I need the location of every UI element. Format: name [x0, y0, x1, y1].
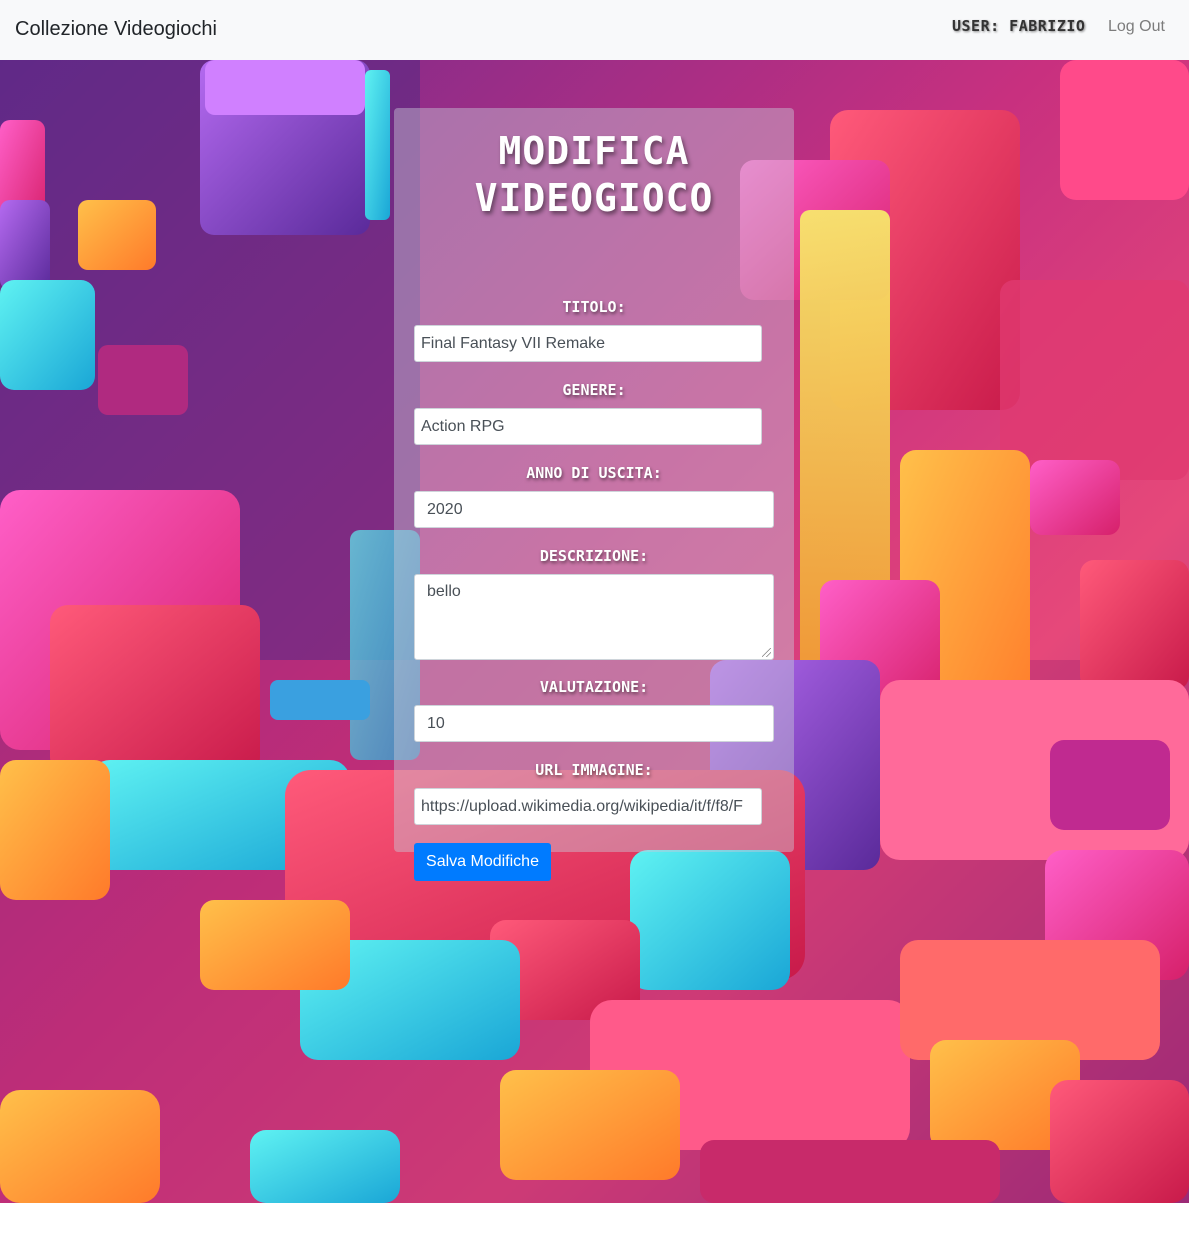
titolo-input[interactable]: Final Fantasy VII Remake [414, 325, 762, 362]
genere-label: Genere: [562, 381, 626, 399]
valutazione-label: Valutazione: [539, 678, 649, 696]
genere-input[interactable]: Action RPG [414, 408, 762, 445]
anno-label: Anno di uscita: [526, 464, 662, 482]
background-hero: Modifica Videogioco Titolo: Final Fantas… [0, 60, 1189, 1203]
current-user-label: User: Fabrizio [952, 17, 1086, 35]
titolo-label: Titolo: [562, 298, 626, 316]
descrizione-textarea[interactable]: bello [414, 574, 774, 660]
anno-input[interactable]: 2020 [414, 491, 774, 528]
resize-grip-icon[interactable] [762, 648, 771, 657]
descrizione-label: Descrizione: [539, 547, 649, 565]
url-immagine-input[interactable]: https://upload.wikimedia.org/wikipedia/i… [414, 788, 762, 825]
navbar: Collezione Videogiochi User: Fabrizio Lo… [0, 0, 1189, 60]
brand-link[interactable]: Collezione Videogiochi [15, 18, 217, 41]
descrizione-value: bello [427, 583, 461, 600]
url-immagine-label: URL Immagine: [535, 761, 653, 779]
edit-form-panel: Modifica Videogioco Titolo: Final Fantas… [394, 108, 794, 881]
valutazione-input[interactable]: 10 [414, 705, 774, 742]
page-title: Modifica Videogioco [474, 129, 714, 220]
logout-link[interactable]: Log Out [1108, 18, 1165, 36]
save-button[interactable]: Salva Modifiche [414, 843, 551, 881]
